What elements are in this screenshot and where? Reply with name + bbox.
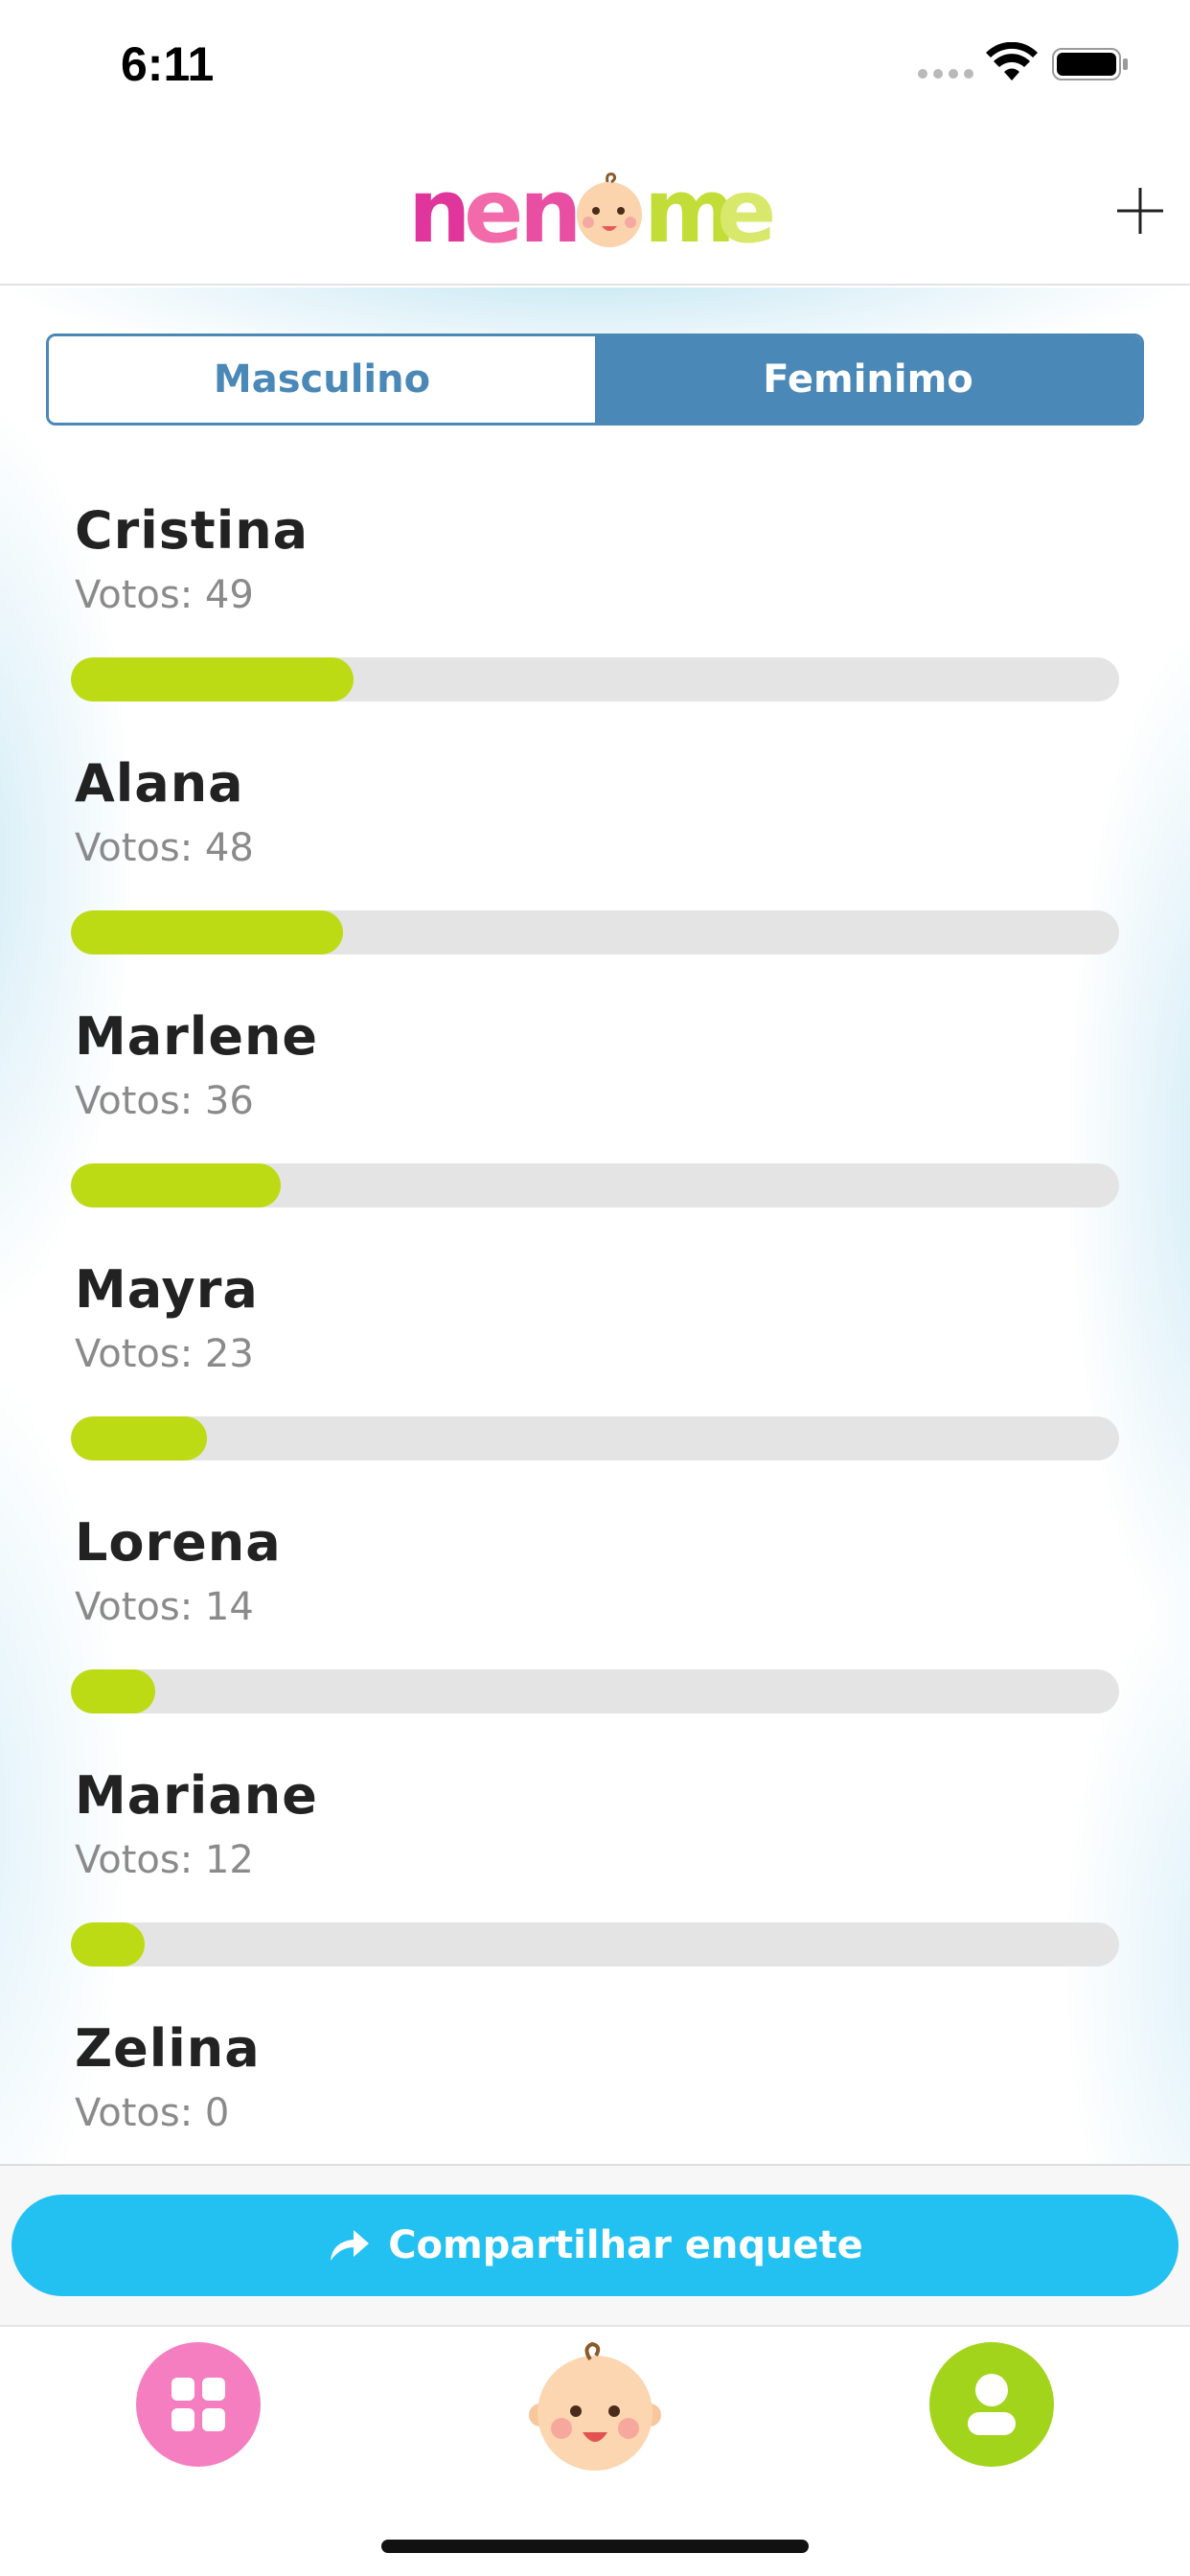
poll-votes: Votos: 48	[75, 826, 254, 870]
share-label: Compartilhar enquete	[388, 2223, 863, 2267]
home-indicator	[381, 2540, 809, 2553]
segment-masculino[interactable]: Masculino	[49, 336, 595, 423]
gender-segmented-control: Masculino Feminimo	[46, 334, 1144, 426]
svg-text:e: e	[717, 160, 776, 259]
nenome-logo: n e n m e	[408, 160, 776, 259]
poll-name: Alana	[75, 753, 244, 814]
poll-votes: Votos: 23	[75, 1332, 254, 1376]
tab-bar	[0, 2325, 1190, 2576]
svg-text:n: n	[408, 160, 471, 259]
poll-name: Cristina	[75, 500, 309, 561]
poll-votes: Votos: 49	[75, 573, 254, 617]
list-item[interactable]: Alana Votos: 48	[0, 732, 1190, 985]
poll-name: Mayra	[75, 1259, 259, 1320]
poll-name: Mariane	[75, 1765, 318, 1826]
vote-progress-bar	[71, 1163, 1119, 1208]
vote-progress-bar	[71, 657, 1119, 702]
main-content: Masculino Feminimo Cristina Votos: 49 Al…	[0, 288, 1190, 2164]
list-item[interactable]: Lorena Votos: 14	[0, 1491, 1190, 1744]
vote-progress-fill	[71, 910, 344, 954]
vote-progress-fill	[71, 1669, 155, 1714]
status-time: 6:11	[121, 37, 215, 91]
tab-grid[interactable]	[136, 2342, 261, 2467]
poll-votes: Votos: 14	[75, 1585, 254, 1629]
profile-icon	[968, 2374, 1016, 2435]
vote-progress-fill	[71, 1163, 281, 1208]
baby-face-icon[interactable]	[523, 2340, 667, 2474]
cellular-signal-icon	[918, 69, 973, 79]
poll-results-list: Cristina Votos: 49 Alana Votos: 48 Marle…	[0, 479, 1190, 2164]
poll-votes: Votos: 36	[75, 1079, 254, 1123]
poll-votes: Votos: 12	[75, 1838, 254, 1882]
list-item[interactable]: Marlene Votos: 36	[0, 985, 1190, 1238]
wifi-icon	[986, 42, 1038, 80]
grid-icon	[172, 2378, 225, 2431]
vote-progress-bar	[71, 1416, 1119, 1460]
vote-progress-bar	[71, 910, 1119, 954]
share-poll-button[interactable]: Compartilhar enquete	[11, 2195, 1179, 2296]
app-header: n e n m e	[0, 134, 1190, 286]
vote-progress-fill	[71, 657, 355, 702]
list-item[interactable]: Cristina Votos: 49	[0, 479, 1190, 732]
poll-name: Zelina	[75, 2018, 261, 2079]
status-bar: 6:11	[0, 0, 1190, 134]
poll-votes: Votos: 0	[75, 2091, 230, 2135]
vote-progress-fill	[71, 1416, 208, 1460]
list-item[interactable]: Mariane Votos: 12	[0, 1744, 1190, 1997]
vote-progress-fill	[71, 1922, 145, 1966]
list-item[interactable]: Zelina Votos: 0	[0, 1997, 1190, 2164]
share-arrow-icon	[331, 2230, 370, 2261]
vote-progress-bar	[71, 1922, 1119, 1966]
tab-profile[interactable]	[929, 2342, 1054, 2467]
add-button[interactable]	[1111, 182, 1169, 240]
svg-text:n: n	[519, 160, 583, 259]
poll-name: Lorena	[75, 1512, 282, 1573]
vote-progress-bar	[71, 1669, 1119, 1714]
segment-feminimo[interactable]: Feminimo	[595, 336, 1141, 423]
poll-name: Marlene	[75, 1006, 319, 1067]
share-bar: Compartilhar enquete	[0, 2164, 1190, 2325]
battery-icon	[1052, 48, 1128, 80]
svg-text:e: e	[464, 160, 523, 259]
list-item[interactable]: Mayra Votos: 23	[0, 1238, 1190, 1491]
